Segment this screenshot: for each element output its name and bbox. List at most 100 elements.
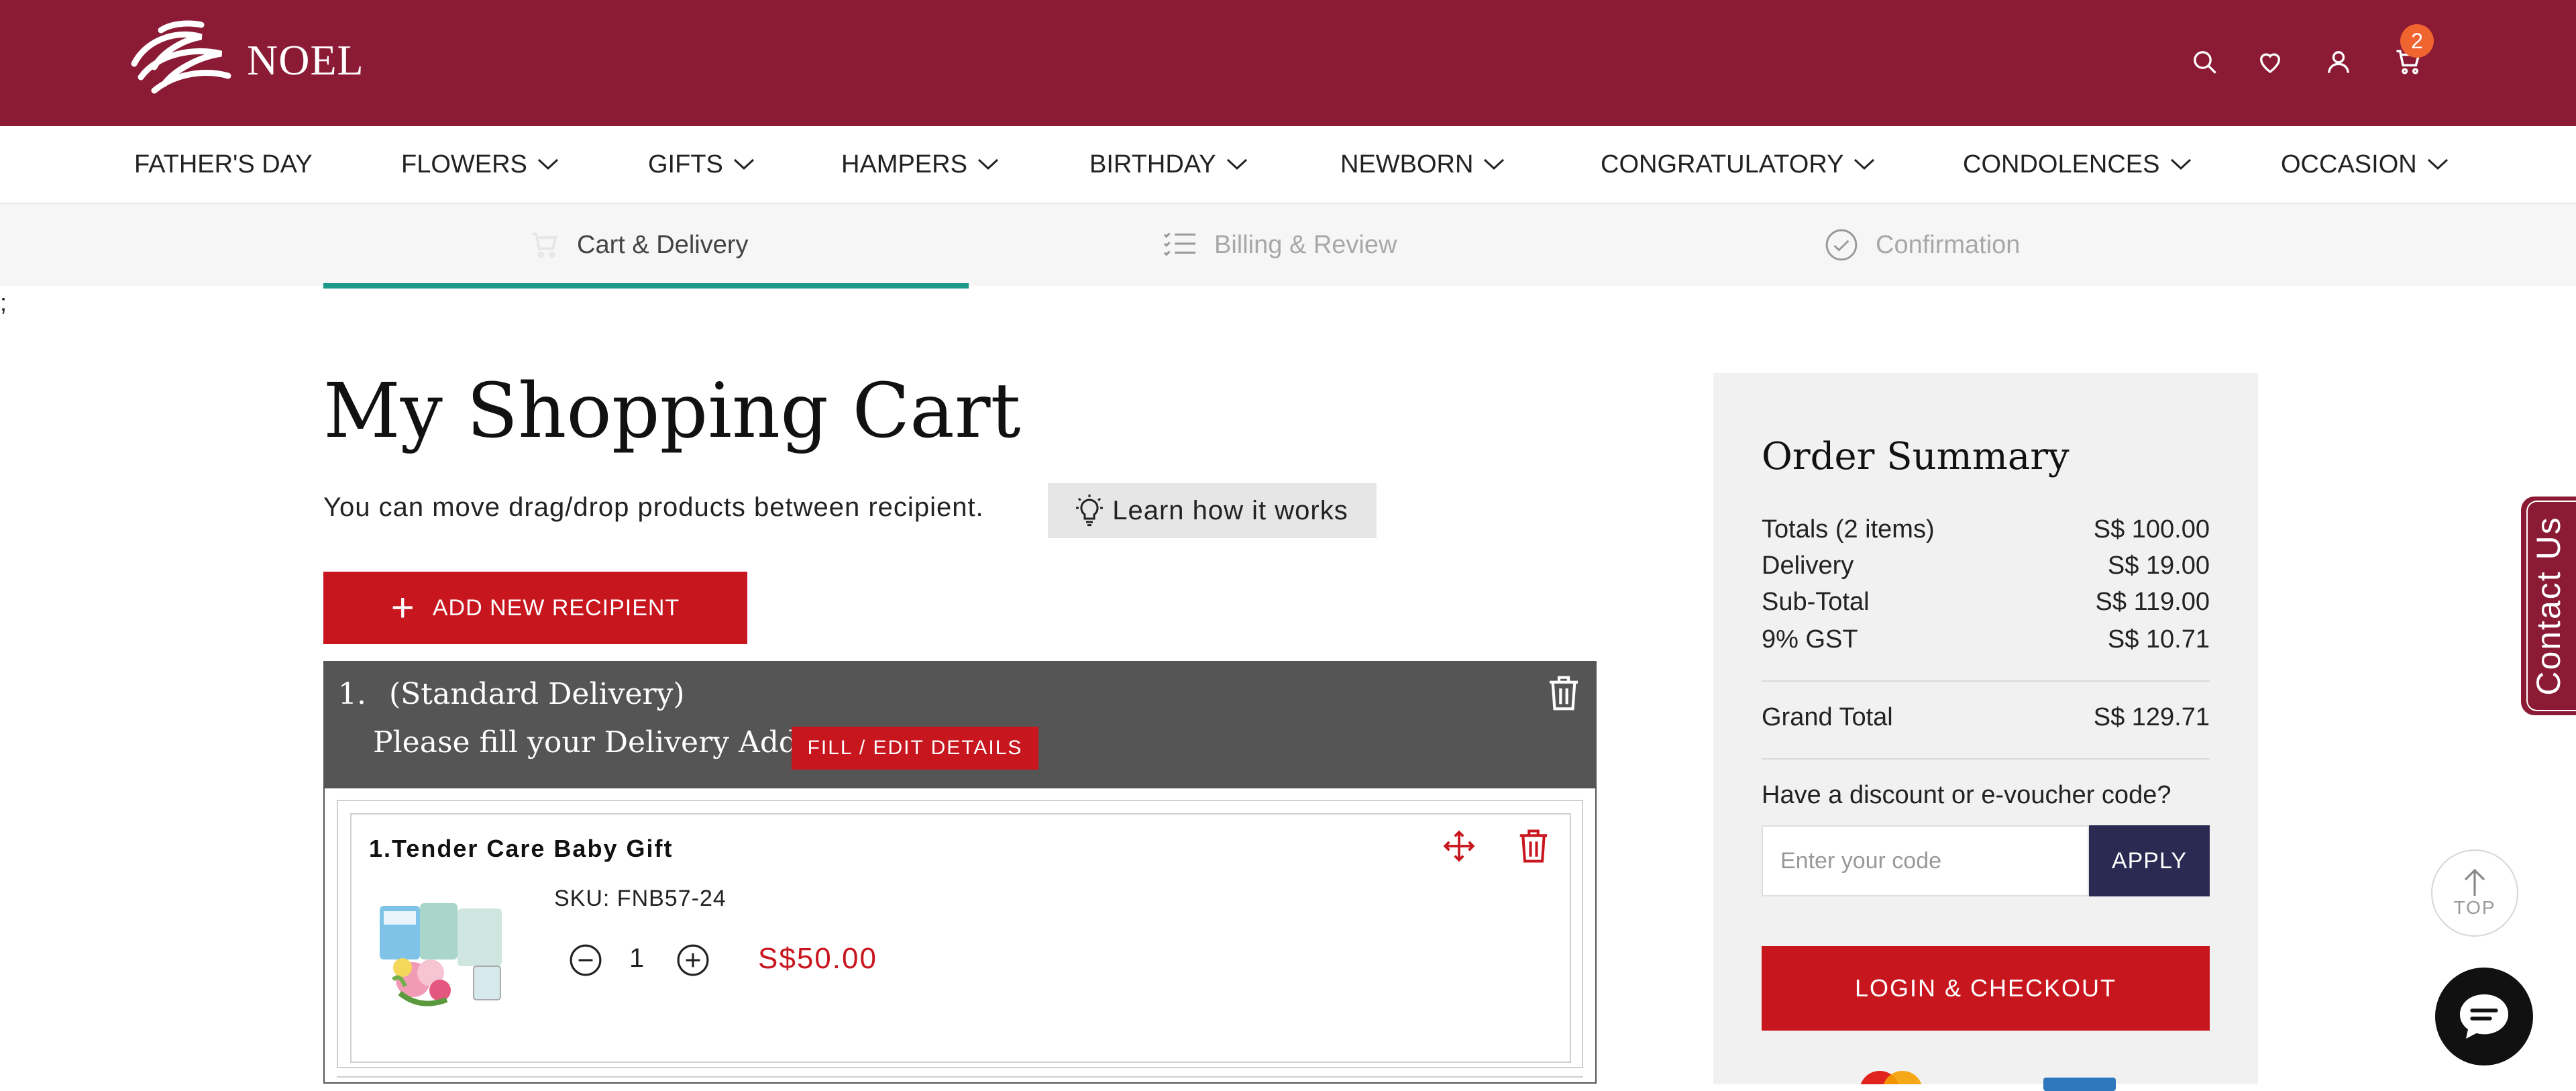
heart-icon — [2259, 53, 2281, 74]
delete-item-button[interactable] — [1517, 828, 1550, 868]
checkout-steps: Cart & Delivery Billing & Review Confirm… — [0, 204, 2576, 286]
grand-total-label: Grand Total — [1762, 703, 1893, 731]
summary-row-subtotal: Sub-Total S$ 119.00 — [1762, 588, 2210, 617]
chevron-down-icon — [2170, 158, 2191, 170]
step-confirmation[interactable]: Confirmation — [1825, 204, 2020, 286]
next-item-border — [337, 1076, 1583, 1078]
quantity-value: 1 — [629, 943, 645, 973]
delivery-address-prompt: Please fill your Delivery Address — [373, 725, 860, 760]
voucher-code-input[interactable] — [1762, 825, 2089, 896]
summary-label: Sub-Total — [1762, 588, 1870, 616]
grand-total-value: S$ 129.71 — [2093, 703, 2210, 731]
nav-item-congratulatory[interactable]: CONGRATULATORY — [1601, 126, 1876, 203]
chevron-down-icon — [2427, 158, 2448, 170]
learn-how-label: Learn how it works — [1112, 495, 1348, 525]
summary-value: S$ 119.00 — [2095, 588, 2210, 616]
step-billing-review[interactable]: Billing & Review — [1163, 204, 1397, 286]
lightbulb-icon — [1076, 495, 1104, 527]
summary-divider — [1762, 758, 2210, 760]
nav-item-label: FATHER'S DAY — [134, 150, 313, 178]
chevron-down-icon — [537, 158, 558, 170]
nav-item-label: NEWBORN — [1340, 150, 1474, 178]
nav-item-label: BIRTHDAY — [1089, 150, 1216, 178]
cart-count-badge: 2 — [2400, 24, 2434, 58]
item-sku: SKU: FNB57-24 — [554, 886, 727, 911]
login-checkout-button[interactable]: LOGIN & CHECKOUT — [1762, 946, 2210, 1031]
checklist-icon — [1163, 232, 1196, 256]
step-label: Billing & Review — [1214, 230, 1397, 259]
recipient-number: 1. — [338, 677, 366, 711]
learn-how-button[interactable]: Learn how it works — [1048, 483, 1377, 538]
baby-gift-image — [380, 903, 502, 1006]
amex-icon — [2043, 1078, 2116, 1091]
summary-label: Delivery — [1762, 552, 1854, 580]
active-step-indicator — [323, 283, 969, 289]
chevron-down-icon — [1484, 158, 1505, 170]
page-title: My Shopping Cart — [323, 368, 1021, 455]
search-icon — [2194, 51, 2216, 74]
delivery-type: (Standard Delivery) — [389, 677, 685, 711]
cart-button[interactable]: 2 — [2385, 24, 2434, 85]
plus-icon: + — [390, 585, 415, 630]
nav-item-label: GIFTS — [648, 150, 723, 178]
contact-us-label: Contact Us — [2530, 516, 2567, 696]
arrow-up-icon — [2464, 868, 2485, 896]
plus-circle-icon — [677, 944, 709, 976]
top-label: TOP — [2453, 897, 2496, 918]
nav-item-label: CONDOLENCES — [1963, 150, 2160, 178]
summary-label: 9% GST — [1762, 625, 1858, 654]
drag-drop-note: You can move drag/drop products between … — [323, 492, 984, 522]
nav-item-label: FLOWERS — [401, 150, 527, 178]
noel-logo-icon — [131, 20, 231, 94]
discount-question: Have a discount or e-voucher code? — [1762, 781, 2171, 809]
chat-button[interactable] — [2435, 968, 2533, 1066]
summary-value: S$ 19.00 — [2107, 552, 2210, 580]
item-title[interactable]: 1.Tender Care Baby Gift — [369, 835, 673, 863]
wishlist-button[interactable] — [2247, 39, 2293, 85]
nav-item-newborn[interactable]: NEWBORN — [1340, 126, 1505, 203]
cart-outline-icon — [532, 232, 557, 258]
summary-divider — [1762, 680, 2210, 682]
trash-icon — [1519, 829, 1548, 863]
main-nav: FATHER'S DAY FLOWERS GIFTS HAMPERS BIRTH… — [0, 126, 2576, 204]
brand-name: NOEL — [247, 36, 364, 84]
nav-item-condolences[interactable]: CONDOLENCES — [1963, 126, 2192, 203]
account-button[interactable] — [2316, 39, 2361, 85]
add-recipient-button[interactable]: + ADD NEW RECIPIENT — [323, 572, 747, 644]
summary-value: S$ 100.00 — [2093, 515, 2210, 543]
summary-row-totals: Totals (2 items) S$ 100.00 — [1762, 515, 2210, 544]
order-summary-title: Order Summary — [1762, 435, 2070, 478]
quantity-decrease-button[interactable] — [569, 943, 602, 980]
nav-item-fathers-day[interactable]: FATHER'S DAY — [134, 126, 313, 203]
apply-code-button[interactable]: APPLY — [2089, 825, 2210, 896]
nav-item-gifts[interactable]: GIFTS — [648, 126, 755, 203]
step-label: Confirmation — [1876, 230, 2021, 259]
stray-text: ; — [0, 289, 7, 316]
quantity-increase-button[interactable] — [676, 943, 710, 980]
nav-item-label: CONGRATULATORY — [1601, 150, 1844, 178]
delete-recipient-button[interactable] — [1547, 674, 1580, 715]
nav-item-occasion[interactable]: OCCASION — [2281, 126, 2449, 203]
contact-us-tab[interactable]: Contact Us — [2521, 497, 2576, 715]
nav-item-flowers[interactable]: FLOWERS — [401, 126, 559, 203]
move-icon — [1443, 830, 1475, 862]
chat-bubble-icon — [2460, 994, 2508, 1039]
chevron-down-icon — [1854, 158, 1875, 170]
nav-item-hampers[interactable]: HAMPERS — [841, 126, 1000, 203]
search-button[interactable] — [2182, 39, 2227, 85]
product-image[interactable] — [373, 892, 513, 1017]
chevron-down-icon — [733, 158, 754, 170]
move-item-handle[interactable] — [1442, 829, 1476, 866]
step-cart-delivery[interactable]: Cart & Delivery — [530, 204, 749, 286]
fill-edit-details-button[interactable]: FILL / EDIT DETAILS — [792, 727, 1038, 770]
check-circle-icon — [1825, 229, 1858, 261]
back-to-top-button[interactable]: TOP — [2431, 849, 2518, 937]
brand-logo[interactable]: NOEL — [121, 13, 364, 107]
user-icon — [2328, 51, 2349, 73]
step-label: Cart & Delivery — [577, 230, 749, 259]
nav-item-birthday[interactable]: BIRTHDAY — [1089, 126, 1248, 203]
chevron-down-icon — [1226, 158, 1247, 170]
mastercard-icon — [1860, 1071, 1922, 1084]
summary-row-gst: 9% GST S$ 10.71 — [1762, 625, 2210, 654]
item-price: S$50.00 — [758, 942, 877, 975]
